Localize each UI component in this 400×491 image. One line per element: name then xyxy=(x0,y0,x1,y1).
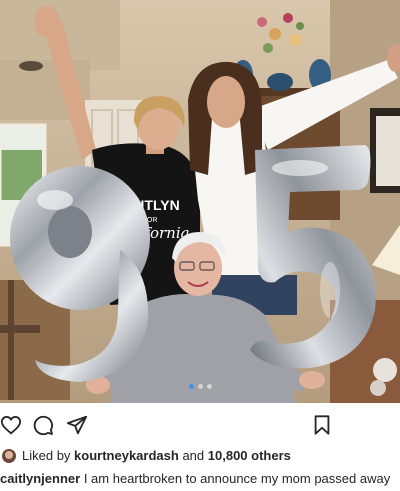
photo-illustration: CAITLYN FOR California xyxy=(0,0,400,403)
paper-plane-icon[interactable] xyxy=(66,414,88,436)
likes-prefix: Liked by xyxy=(22,448,71,463)
carousel-indicator xyxy=(0,384,400,389)
caption-username-link[interactable]: caitlynjenner xyxy=(0,471,80,486)
likes-conjunction: and xyxy=(182,448,205,463)
action-bar xyxy=(0,410,400,440)
caption-overflow-line xyxy=(0,486,400,491)
post-caption: caitlynjenner I am heartbroken to announ… xyxy=(0,470,400,487)
carousel-dot xyxy=(188,384,194,389)
carousel-dot xyxy=(197,384,203,389)
post-photo[interactable]: CAITLYN FOR California xyxy=(0,0,400,403)
likes-count-link[interactable]: 10,800 others xyxy=(208,447,291,464)
bookmark-icon[interactable] xyxy=(311,414,333,436)
instagram-post: CAITLYN FOR California Liked by kourtney… xyxy=(0,0,400,491)
caption-text: I am heartbroken to announce my mom pass… xyxy=(83,471,391,486)
likes-summary: Liked by kourtneykardash and 10,800 othe… xyxy=(2,447,291,464)
avatar[interactable] xyxy=(2,448,16,463)
carousel-dot xyxy=(206,384,212,389)
speech-bubble-icon[interactable] xyxy=(32,414,54,436)
liker-username-link[interactable]: kourtneykardash xyxy=(74,447,179,464)
heart-outline-icon[interactable] xyxy=(0,414,22,436)
